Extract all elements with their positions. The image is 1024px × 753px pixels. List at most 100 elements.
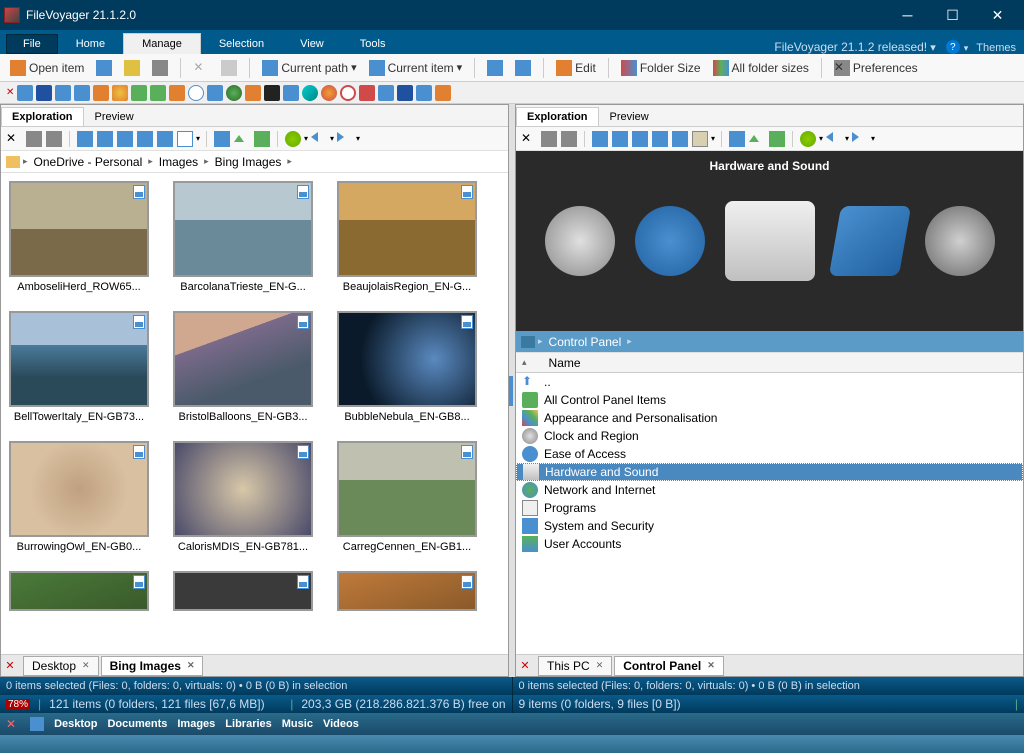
column-name[interactable]: Name	[531, 356, 581, 370]
parent-dir-row[interactable]: ⬆..	[516, 373, 1023, 391]
fav-libraries[interactable]: Libraries	[225, 718, 271, 730]
lt-collapse-icon[interactable]	[214, 131, 230, 147]
thumb-item[interactable]: BurrowingOwl_EN-GB0...	[9, 441, 149, 553]
fav-music[interactable]: Music	[282, 718, 313, 730]
thumb-item[interactable]	[173, 571, 313, 611]
list-header[interactable]: ▴ Name	[516, 353, 1023, 373]
ql-vlc-icon[interactable]	[435, 85, 451, 101]
ql-firefox-icon[interactable]	[321, 85, 337, 101]
right-tab-preview[interactable]: Preview	[599, 107, 660, 126]
rt-history-icon[interactable]	[800, 131, 816, 147]
tab-view[interactable]: View	[282, 34, 342, 54]
rt-view5-icon[interactable]	[672, 131, 688, 147]
rt-collapse-icon[interactable]	[729, 131, 745, 147]
preferences-button[interactable]: ✕Preferences	[830, 57, 922, 79]
lt-up-icon[interactable]	[234, 131, 250, 147]
themes-button[interactable]: Themes	[968, 42, 1024, 54]
rt-view1-icon[interactable]	[592, 131, 608, 147]
ribbon-view-1[interactable]	[483, 57, 507, 79]
right-tab-exploration[interactable]: Exploration	[516, 107, 599, 126]
btab-thispc[interactable]: This PC✕	[538, 656, 612, 676]
thumb-item[interactable]: BristolBalloons_EN-GB3...	[173, 311, 313, 423]
thumb-item[interactable]: BarcolanaTrieste_EN-G...	[173, 181, 313, 293]
close-button[interactable]: ✕	[975, 0, 1020, 30]
ql-icon-10[interactable]	[188, 85, 204, 101]
ql-brave-icon[interactable]	[359, 85, 375, 101]
close-tab-icon[interactable]: ✕	[187, 660, 195, 671]
ql-icon-3[interactable]	[55, 85, 71, 101]
bc-controlpanel[interactable]: Control Panel	[545, 333, 626, 351]
ql-cmd-icon[interactable]	[264, 85, 280, 101]
lt-back-icon[interactable]	[311, 131, 327, 147]
folder-size-button[interactable]: Folder Size	[617, 57, 705, 79]
current-path-button[interactable]: Current path▾	[258, 57, 360, 79]
lt-view5-icon[interactable]	[157, 131, 173, 147]
btab-cp[interactable]: Control Panel✕	[614, 656, 724, 676]
ql-icon-11[interactable]	[207, 85, 223, 101]
fav-desktop[interactable]: Desktop	[54, 718, 97, 730]
close-pane-icon[interactable]: ✕	[3, 659, 17, 673]
open-item-button[interactable]: Open item	[6, 57, 88, 79]
ribbon-icon-1[interactable]	[92, 57, 116, 79]
bc-onedrive[interactable]: OneDrive - Personal	[30, 153, 147, 171]
favorites-close-icon[interactable]: ✕	[6, 717, 16, 731]
bc-bing[interactable]: Bing Images	[211, 153, 286, 171]
file-menu[interactable]: File	[6, 34, 58, 54]
close-tab-icon[interactable]: ✕	[707, 660, 715, 671]
list-item-selected[interactable]: Hardware and Sound	[516, 463, 1023, 481]
minimize-button[interactable]: ─	[885, 0, 930, 30]
btab-bing[interactable]: Bing Images✕	[101, 656, 204, 676]
lt-fwd-icon[interactable]	[337, 131, 353, 147]
list-item[interactable]: Clock and Region	[516, 427, 1023, 445]
close-tab-icon[interactable]: ✕	[82, 660, 90, 671]
left-tab-exploration[interactable]: Exploration	[1, 107, 84, 126]
btab-desktop[interactable]: Desktop✕	[23, 656, 99, 676]
thumb-item[interactable]	[9, 571, 149, 611]
tab-selection[interactable]: Selection	[201, 34, 282, 54]
fav-images[interactable]: Images	[177, 718, 215, 730]
left-tab-preview[interactable]: Preview	[84, 107, 145, 126]
thumb-item[interactable]: BeaujolaisRegion_EN-G...	[337, 181, 477, 293]
ql-icon-21[interactable]	[397, 85, 413, 101]
ql-icon-12[interactable]	[226, 85, 242, 101]
tab-tools[interactable]: Tools	[342, 34, 404, 54]
rt-view3-icon[interactable]	[632, 131, 648, 147]
ql-icon-8[interactable]	[150, 85, 166, 101]
fav-documents[interactable]: Documents	[107, 718, 167, 730]
all-folder-sizes-button[interactable]: All folder sizes	[709, 57, 813, 79]
ql-icon-6[interactable]	[112, 85, 128, 101]
ql-opera-icon[interactable]	[340, 85, 356, 101]
list-item[interactable]: Programs	[516, 499, 1023, 517]
ql-icon-20[interactable]	[378, 85, 394, 101]
rt-view6-icon[interactable]	[692, 131, 708, 147]
lt-refresh-icon[interactable]	[254, 131, 270, 147]
list-item[interactable]: Network and Internet	[516, 481, 1023, 499]
lt-view2-icon[interactable]	[97, 131, 113, 147]
lt-view1-icon[interactable]	[77, 131, 93, 147]
ql-icon-5[interactable]	[93, 85, 109, 101]
close-tab-icon[interactable]: ✕	[596, 660, 604, 671]
tab-home[interactable]: Home	[58, 34, 123, 54]
ql-icon-9[interactable]	[169, 85, 185, 101]
ribbon-icon-2[interactable]	[120, 57, 144, 79]
list-item[interactable]: All Control Panel Items	[516, 391, 1023, 409]
ql-icon-13[interactable]	[245, 85, 261, 101]
rt-back-icon[interactable]	[826, 131, 842, 147]
ql-icon-4[interactable]	[74, 85, 90, 101]
thumb-item[interactable]: CarregCennen_EN-GB1...	[337, 441, 477, 553]
list-item[interactable]: Appearance and Personalisation	[516, 409, 1023, 427]
thumb-item[interactable]: BellTowerItaly_EN-GB73...	[9, 311, 149, 423]
release-notice[interactable]: FileVoyager 21.1.2 released! ▾	[774, 40, 941, 54]
close-pane-icon[interactable]: ✕	[518, 659, 532, 673]
ql-icon-7[interactable]	[131, 85, 147, 101]
thumb-item[interactable]: AmboseliHerd_ROW65...	[9, 181, 149, 293]
lt-view3-icon[interactable]	[117, 131, 133, 147]
list-item[interactable]: User Accounts	[516, 535, 1023, 553]
thumb-item[interactable]: CalorisMDIS_EN-GB781...	[173, 441, 313, 553]
ql-desktop-icon[interactable]	[17, 85, 33, 101]
maximize-button[interactable]: ☐	[930, 0, 975, 30]
ql-icon-22[interactable]	[416, 85, 432, 101]
help-icon[interactable]: ?	[946, 40, 960, 54]
thumb-item[interactable]	[337, 571, 477, 611]
rt-up-icon[interactable]	[749, 131, 765, 147]
